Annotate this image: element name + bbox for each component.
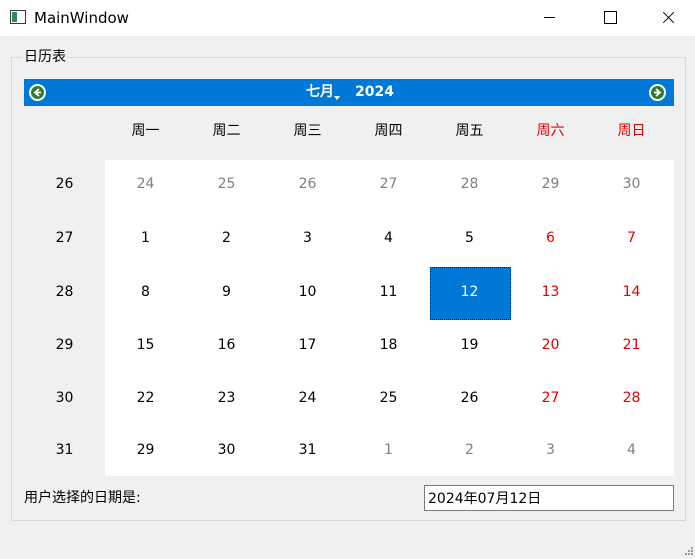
- calendar-day[interactable]: 24: [267, 389, 348, 407]
- calendar-day[interactable]: 26: [267, 175, 348, 193]
- weekday-header: 周日: [617, 123, 646, 139]
- groupbox-title: 日历表: [22, 48, 68, 66]
- calendar-day[interactable]: 1: [105, 229, 186, 247]
- calendar-day[interactable]: 11: [348, 283, 429, 301]
- week-number: 27: [55, 230, 74, 246]
- calendar-day[interactable]: 25: [348, 389, 429, 407]
- calendar-day[interactable]: 7: [591, 229, 672, 247]
- calendar-day[interactable]: 23: [186, 389, 267, 407]
- week-number: 31: [55, 442, 74, 458]
- calendar-day[interactable]: 30: [591, 175, 672, 193]
- month-selector[interactable]: 七月: [306, 83, 334, 102]
- year-selector[interactable]: 2024: [355, 83, 394, 102]
- calendar-day[interactable]: 1: [348, 441, 429, 459]
- calendar-day[interactable]: 27: [510, 389, 591, 407]
- calendar-widget[interactable]: 七月 2024 周一 周二 周三 周四 周五 周六 周日 26 24 25 26 27 2…: [24, 79, 674, 476]
- weekday-header: 周四: [374, 123, 403, 139]
- calendar-day[interactable]: 16: [186, 336, 267, 354]
- chevron-down-icon: [334, 96, 340, 100]
- weekday-header: 周二: [212, 123, 241, 139]
- calendar-day[interactable]: 30: [186, 441, 267, 459]
- calendar-day[interactable]: 13: [510, 283, 591, 301]
- week-number: 29: [55, 337, 74, 353]
- calendar-day[interactable]: 14: [591, 283, 672, 301]
- selected-date-label: 用户选择的日期是:: [24, 490, 141, 506]
- calendar-day[interactable]: 5: [429, 229, 510, 247]
- calendar-day[interactable]: 29: [105, 441, 186, 459]
- calendar-day[interactable]: 28: [429, 175, 510, 193]
- calendar-day[interactable]: 17: [267, 336, 348, 354]
- window-title: MainWindow: [34, 9, 129, 27]
- calendar-day[interactable]: 27: [348, 175, 429, 193]
- calendar-day[interactable]: 21: [591, 336, 672, 354]
- calendar-day[interactable]: 20: [510, 336, 591, 354]
- week-number: 26: [55, 176, 74, 192]
- calendar-day[interactable]: 3: [267, 229, 348, 247]
- calendar-navigation-bar: 七月 2024: [24, 79, 674, 106]
- calendar-day[interactable]: 3: [510, 441, 591, 459]
- calendar-day[interactable]: 9: [186, 283, 267, 301]
- next-month-button[interactable]: [649, 84, 666, 101]
- calendar-day[interactable]: 18: [348, 336, 429, 354]
- calendar-day[interactable]: 4: [348, 229, 429, 247]
- calendar-day[interactable]: 6: [510, 229, 591, 247]
- week-number: 30: [55, 390, 74, 406]
- resize-grip[interactable]: [682, 546, 694, 558]
- calendar-day[interactable]: 28: [591, 389, 672, 407]
- prev-month-button[interactable]: [29, 84, 46, 101]
- selected-date-field[interactable]: [424, 485, 674, 511]
- minimize-button[interactable]: [526, 0, 572, 34]
- calendar-day[interactable]: 24: [105, 175, 186, 193]
- week-number: 28: [55, 284, 74, 300]
- app-window-icon: [10, 10, 26, 24]
- calendar-day[interactable]: 12: [429, 283, 510, 301]
- calendar-day[interactable]: 31: [267, 441, 348, 459]
- weekday-header: 周三: [293, 123, 322, 139]
- calendar-day[interactable]: 8: [105, 283, 186, 301]
- calendar-day[interactable]: 4: [591, 441, 672, 459]
- calendar-day[interactable]: 25: [186, 175, 267, 193]
- calendar-day[interactable]: 15: [105, 336, 186, 354]
- calendar-day[interactable]: 22: [105, 389, 186, 407]
- week-number-column: [24, 160, 105, 476]
- calendar-day[interactable]: 26: [429, 389, 510, 407]
- weekday-header: 周一: [131, 123, 160, 139]
- close-button[interactable]: [645, 0, 691, 34]
- calendar-day[interactable]: 19: [429, 336, 510, 354]
- title-bar: MainWindow: [0, 0, 695, 36]
- calendar-day[interactable]: 29: [510, 175, 591, 193]
- maximize-button[interactable]: [586, 0, 632, 34]
- weekday-header: 周六: [536, 123, 565, 139]
- calendar-day[interactable]: 2: [429, 441, 510, 459]
- calendar-day[interactable]: 2: [186, 229, 267, 247]
- weekday-header: 周五: [455, 123, 484, 139]
- calendar-day[interactable]: 10: [267, 283, 348, 301]
